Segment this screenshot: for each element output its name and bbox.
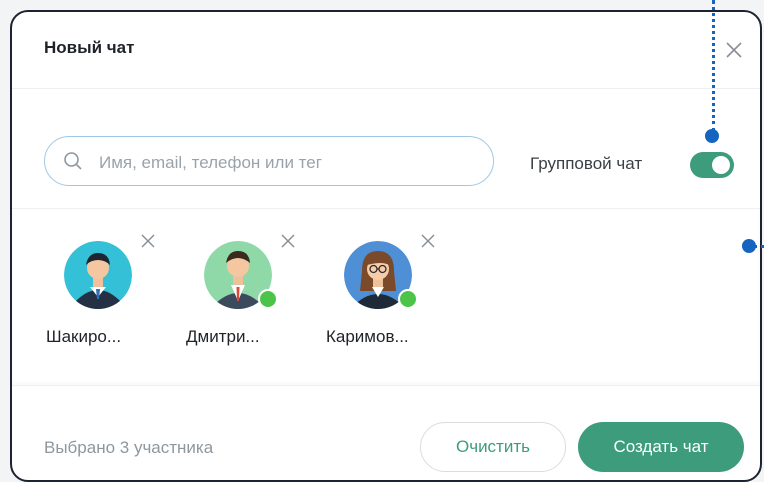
close-icon[interactable]	[722, 38, 746, 62]
selected-members-list: Шакиро... Дмитри... Каримов...	[12, 208, 760, 386]
selected-count-text: Выбрано 3 участника	[44, 438, 214, 457]
create-chat-button[interactable]: Создать чат	[578, 422, 744, 472]
search-icon	[63, 151, 83, 171]
member-item: Шакиро...	[46, 231, 156, 361]
group-chat-toggle[interactable]	[690, 152, 734, 178]
new-chat-dialog: Новый чат Групповой чат	[10, 10, 762, 482]
clear-button[interactable]: Очистить	[420, 422, 566, 472]
annotation-line	[754, 245, 764, 248]
annotation-line	[712, 0, 715, 132]
online-status-dot	[258, 289, 278, 309]
search-input[interactable]	[97, 149, 471, 177]
member-name: Дмитри...	[186, 327, 260, 346]
member-name: Шакиро...	[46, 327, 122, 346]
avatar	[204, 241, 278, 309]
toggle-knob	[712, 156, 730, 174]
dialog-toolbar: Групповой чат	[12, 88, 760, 208]
group-chat-label: Групповой чат	[530, 154, 643, 173]
annotation-dot	[705, 129, 719, 143]
search-box[interactable]	[44, 136, 494, 186]
remove-member-icon[interactable]	[280, 233, 296, 249]
dialog-footer: Выбрано 3 участника Очистить Создать чат	[12, 384, 760, 480]
remove-member-icon[interactable]	[420, 233, 436, 249]
avatar	[344, 241, 418, 309]
online-status-dot	[398, 289, 418, 309]
remove-member-icon[interactable]	[140, 233, 156, 249]
dialog-title: Новый чат	[44, 38, 135, 57]
member-name: Каримов...	[326, 327, 409, 346]
avatar	[64, 241, 132, 309]
dialog-header: Новый чат	[12, 12, 760, 89]
member-item: Дмитри...	[186, 231, 296, 361]
member-item: Каримов...	[326, 231, 436, 361]
